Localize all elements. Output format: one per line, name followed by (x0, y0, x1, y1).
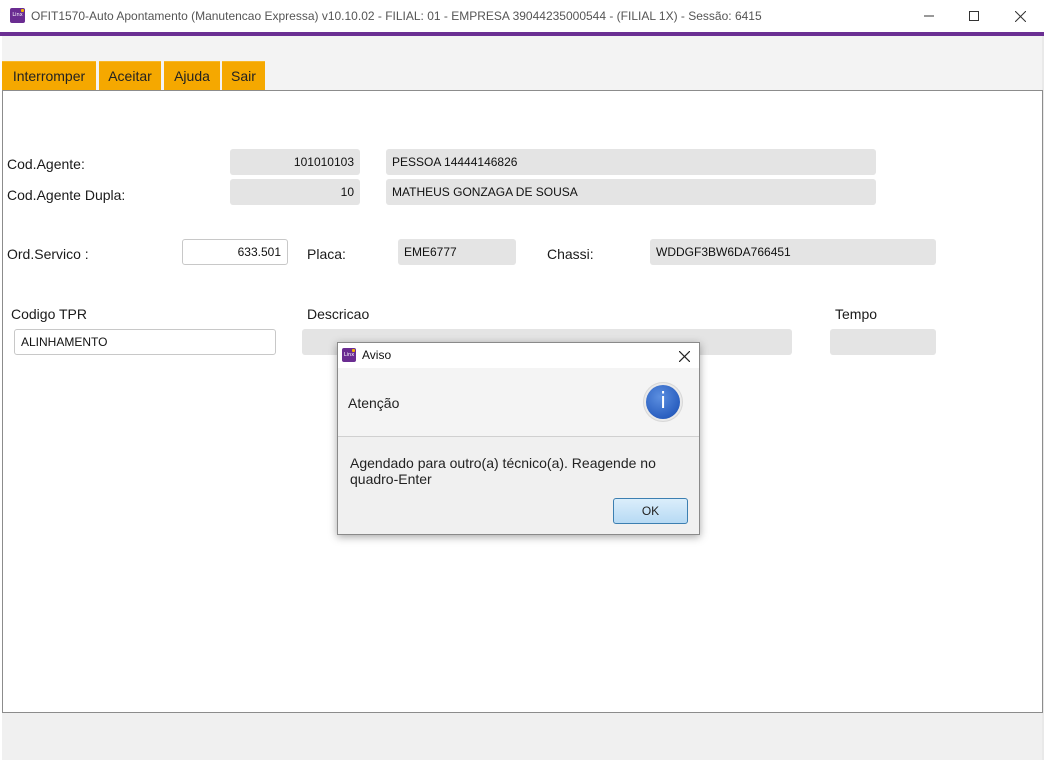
sair-button[interactable]: Sair (222, 61, 265, 90)
close-window-button[interactable] (997, 0, 1043, 32)
window-titlebar[interactable]: Linx OFIT1570-Auto Apontamento (Manutenc… (0, 0, 1044, 32)
ord-servico-label: Ord.Servico : (7, 246, 89, 262)
dialog-close-button[interactable] (674, 346, 694, 366)
minimize-icon (924, 15, 934, 17)
dialog-heading: Atenção (348, 395, 400, 411)
info-icon: i (643, 382, 683, 422)
descricao-label: Descricao (307, 306, 370, 322)
close-icon (1014, 10, 1026, 22)
minimize-button[interactable] (906, 0, 952, 32)
placa-field: EME6777 (398, 239, 516, 265)
cod-agente-dupla-name-field: MATHEUS GONZAGA DE SOUSA (386, 179, 876, 205)
maximize-icon (969, 11, 979, 21)
cod-agente-dupla-field: 10 (230, 179, 360, 205)
maximize-button[interactable] (951, 0, 997, 32)
dialog-title: Aviso (362, 348, 392, 362)
app-logo-icon: Linx (10, 8, 25, 23)
toolbar: Interromper Aceitar Ajuda Sair (2, 36, 1042, 90)
interromper-button[interactable]: Interromper (2, 61, 96, 90)
cod-agente-field: 101010103 (230, 149, 360, 175)
ord-servico-input[interactable] (182, 239, 288, 265)
dialog-titlebar[interactable]: Linx Aviso (338, 343, 699, 368)
dialog-message: Agendado para outro(a) técnico(a). Reage… (350, 455, 656, 487)
status-bar (2, 713, 1042, 760)
ajuda-button[interactable]: Ajuda (164, 61, 220, 90)
chassi-label: Chassi: (547, 246, 594, 262)
aviso-dialog: Linx Aviso Atenção i Agendado para outro… (337, 342, 700, 535)
cod-agente-name-field: PESSOA 14444146826 (386, 149, 876, 175)
dialog-logo-icon: Linx (342, 348, 356, 362)
cod-agente-label: Cod.Agente: (7, 156, 85, 172)
info-icon-glyph: i (646, 385, 680, 419)
window-title: OFIT1570-Auto Apontamento (Manutencao Ex… (31, 9, 762, 23)
dialog-header: Atenção i (338, 368, 699, 437)
cod-agente-dupla-label: Cod.Agente Dupla: (7, 187, 126, 203)
ok-button[interactable]: OK (613, 498, 688, 524)
codigo-tpr-input[interactable] (14, 329, 276, 355)
tempo-label: Tempo (835, 306, 878, 322)
chassi-field: WDDGF3BW6DA766451 (650, 239, 936, 265)
codigo-tpr-label: Codigo TPR (11, 306, 88, 322)
placa-label: Placa: (307, 246, 346, 262)
tempo-field (830, 329, 936, 355)
close-icon (678, 350, 690, 362)
aceitar-button[interactable]: Aceitar (99, 61, 161, 90)
